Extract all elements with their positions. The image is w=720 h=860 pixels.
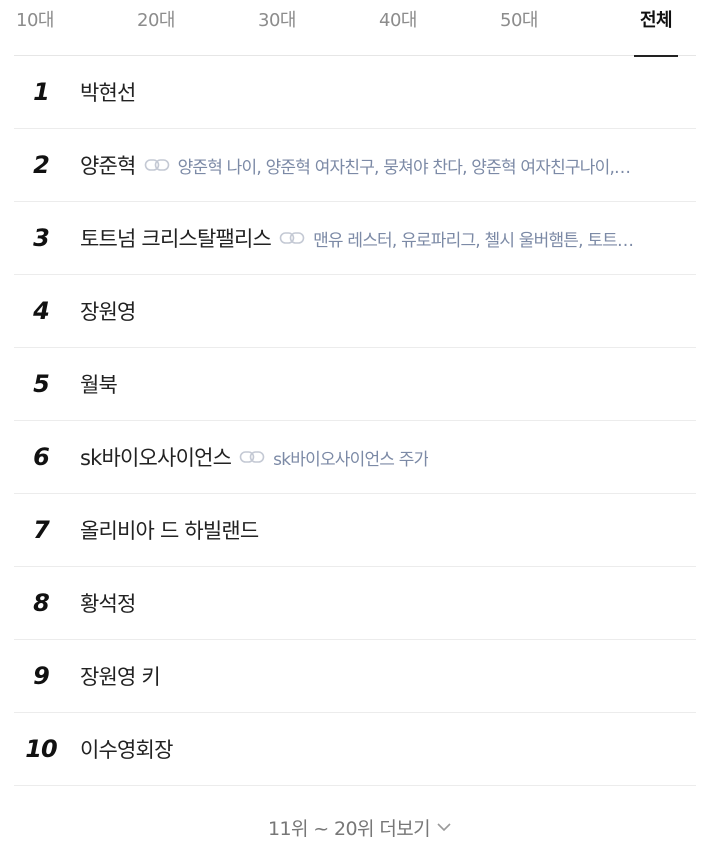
ranking-row[interactable]: 9 장원영 키 (14, 640, 696, 713)
keyword-text[interactable]: sk바이오사이언스 (80, 442, 232, 472)
keyword-text[interactable]: 양준혁 (80, 150, 136, 180)
show-more-label: 11위 ~ 20위 더보기 (268, 817, 431, 840)
rank-number: 9 (33, 662, 50, 690)
related-keywords[interactable]: 양준혁 나이, 양준혁 여자친구, 뭉쳐야 찬다, 양준혁 여자친구나이,… (144, 153, 631, 178)
keyword-text[interactable]: 올리비아 드 하빌랜드 (80, 515, 259, 545)
link-icon (279, 232, 305, 244)
related-keywords-text[interactable]: 양준혁 나이, 양준혁 여자친구, 뭉쳐야 찬다, 양준혁 여자친구나이,… (178, 153, 631, 178)
keyword-text[interactable]: 황석정 (80, 588, 136, 618)
keyword-text[interactable]: 이수영회장 (80, 734, 173, 764)
ranking-row[interactable]: 2 양준혁 양준혁 나이, 양준혁 여자친구, 뭉쳐야 찬다, 양준혁 여자친구… (14, 129, 696, 202)
ranking-row[interactable]: 8 황석정 (14, 567, 696, 640)
ranking-row[interactable]: 10 이수영회장 (14, 713, 696, 786)
tab-40s[interactable]: 40대 (353, 0, 443, 56)
rank-number: 10 (25, 735, 57, 763)
rank-number: 7 (33, 516, 50, 544)
keyword-text[interactable]: 장원영 키 (80, 661, 161, 691)
related-keywords[interactable]: sk바이오사이언스 주가 (239, 445, 428, 470)
link-icon (144, 159, 169, 171)
ranking-row[interactable]: 1 박현선 (14, 56, 696, 129)
ranking-list: 1 박현선 2 양준혁 양준혁 나이, 양준혁 여자친구, 뭉쳐야 찬다, 양준… (14, 56, 696, 786)
ranking-row[interactable]: 7 올리비아 드 하빌랜드 (14, 494, 696, 567)
related-keywords-text[interactable]: 맨유 레스터, 유로파리그, 첼시 울버햄튼, 토트… (313, 226, 633, 251)
ranking-row[interactable]: 3 토트넘 크리스탈팰리스 맨유 레스터, 유로파리그, 첼시 울버햄튼, 토트… (14, 202, 696, 275)
rank-number: 8 (33, 589, 50, 617)
rank-number: 4 (33, 297, 50, 325)
tab-20s[interactable]: 20대 (111, 0, 201, 56)
related-keywords[interactable]: 맨유 레스터, 유로파리그, 첼시 울버햄튼, 토트… (279, 226, 633, 251)
show-more-button[interactable]: 11위 ~ 20위 더보기 (0, 797, 720, 857)
rank-number: 3 (33, 224, 50, 252)
tab-30s[interactable]: 30대 (232, 0, 322, 56)
rank-number: 5 (33, 370, 50, 398)
chevron-down-icon (437, 823, 451, 832)
keyword-text[interactable]: 토트넘 크리스탈팰리스 (80, 223, 272, 253)
ranking-row[interactable]: 6 sk바이오사이언스 sk바이오사이언스 주가 (14, 421, 696, 494)
tab-10s[interactable]: 10대 (0, 0, 80, 56)
keyword-text[interactable]: 월북 (80, 369, 118, 399)
rank-number: 1 (33, 78, 50, 106)
age-filter-tabs: 10대 20대 30대 40대 50대 전체 (14, 0, 696, 57)
keyword-text[interactable]: 박현선 (80, 77, 136, 107)
rank-number: 6 (33, 443, 50, 471)
link-icon (239, 451, 265, 463)
ranking-row[interactable]: 5 월북 (14, 348, 696, 421)
related-keywords-text[interactable]: sk바이오사이언스 주가 (273, 445, 428, 470)
keyword-text[interactable]: 장원영 (80, 296, 136, 326)
tab-all[interactable]: 전체 (611, 0, 701, 57)
rank-number: 2 (33, 151, 50, 179)
tab-50s[interactable]: 50대 (474, 0, 564, 56)
ranking-row[interactable]: 4 장원영 (14, 275, 696, 348)
